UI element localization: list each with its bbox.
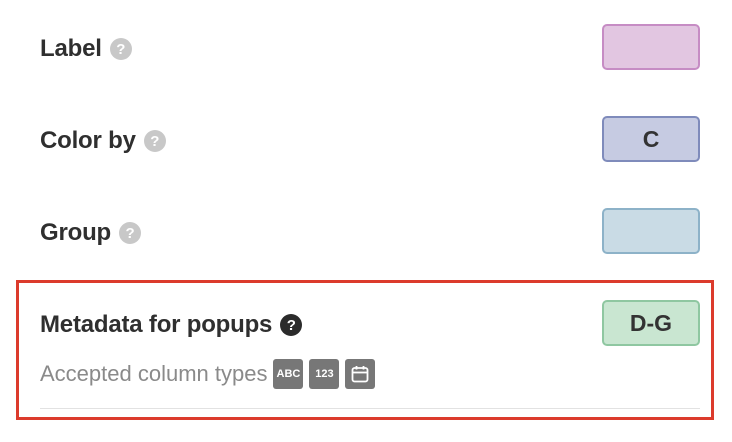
color-by-row: Color by ? C (40, 116, 700, 166)
text-type-icon: ABC (273, 359, 304, 389)
label-text: Label (40, 35, 102, 62)
help-icon[interactable]: ? (143, 130, 166, 152)
metadata-row: Metadata for popups ? D-G (40, 300, 700, 350)
group-row: Group ? (40, 208, 700, 258)
color-by-title: Color by ? (40, 127, 166, 155)
color-by-column-selector[interactable]: C (602, 116, 700, 162)
group-column-selector[interactable] (602, 208, 700, 254)
label-row: Label ? (40, 24, 700, 74)
help-icon[interactable]: ? (109, 38, 132, 60)
number-type-icon: 123 (309, 359, 340, 389)
date-type-icon (345, 359, 376, 389)
group-text: Group (40, 219, 111, 246)
group-title: Group ? (40, 219, 141, 247)
metadata-column-selector[interactable]: D-G (602, 300, 700, 346)
help-icon[interactable]: ? (280, 314, 303, 336)
accepted-types-text: Accepted column types (40, 361, 268, 386)
metadata-title: Metadata for popups ? (40, 311, 303, 339)
metadata-text: Metadata for popups (40, 311, 273, 338)
label-column-selector[interactable] (602, 24, 700, 70)
help-icon[interactable]: ? (119, 222, 141, 244)
accepted-column-types: Accepted column types ABC 123 (40, 358, 376, 390)
color-by-text: Color by (40, 127, 136, 154)
label-title: Label ? (40, 35, 132, 63)
divider (40, 408, 700, 409)
